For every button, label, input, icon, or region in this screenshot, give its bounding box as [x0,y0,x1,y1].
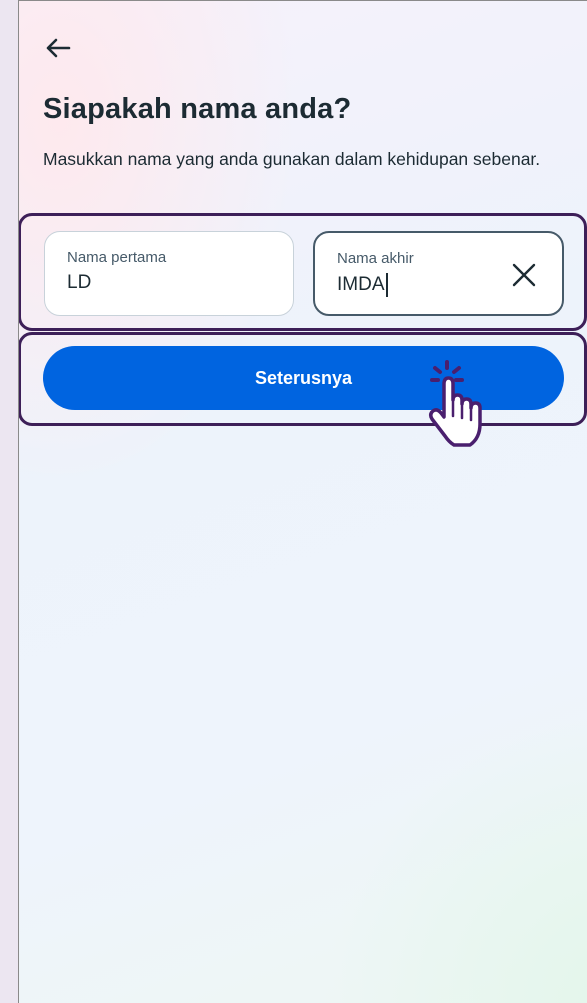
arrow-left-icon [46,38,71,58]
first-name-value: LD [67,272,92,293]
text-caret [385,273,388,297]
close-icon [512,263,536,287]
first-name-field[interactable]: Nama pertama LD [44,231,294,316]
last-name-label: Nama akhir [337,250,414,267]
clear-last-name-button[interactable] [510,261,538,289]
last-name-value: IMDA [337,274,385,295]
last-name-field[interactable]: Nama akhir IMDA [313,231,564,316]
app-screen: Siapakah nama anda? Masukkan nama yang a… [18,0,587,1003]
back-button[interactable] [41,31,75,65]
first-name-label: Nama pertama [67,249,167,266]
page-title: Siapakah nama anda? [43,93,352,125]
page-subtitle: Masukkan nama yang anda gunakan dalam ke… [43,149,541,169]
hand-pointer-click-icon [428,360,482,447]
